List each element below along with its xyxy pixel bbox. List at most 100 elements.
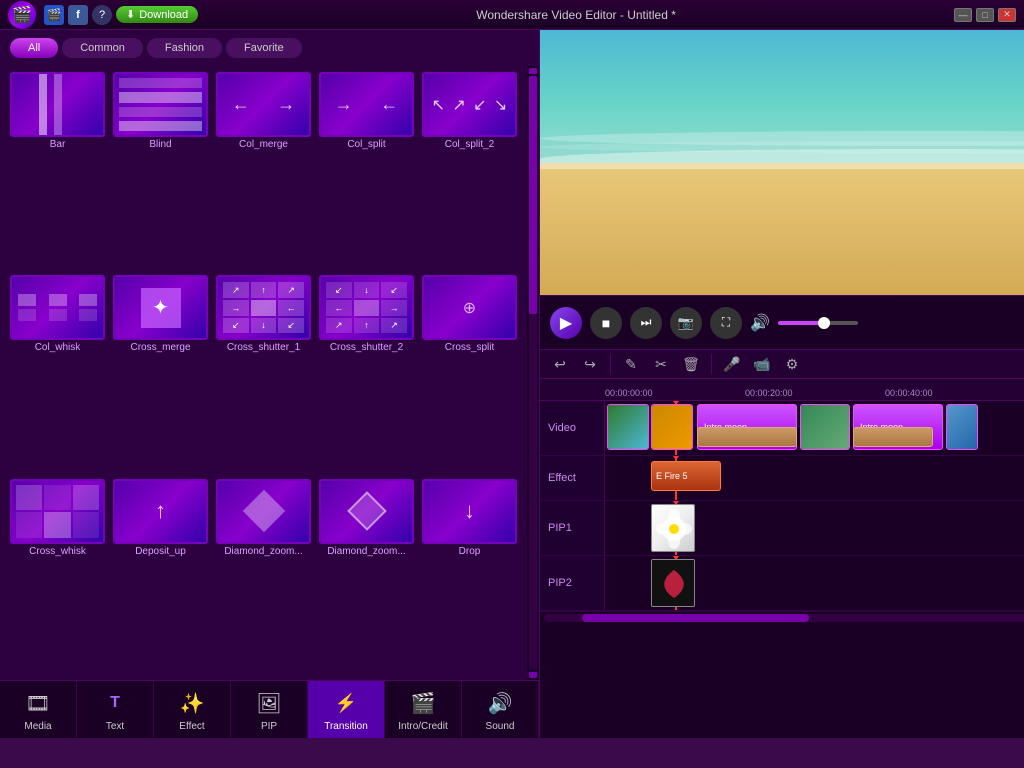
pip1-track-content[interactable] — [605, 501, 1024, 555]
transitions-scrollbar[interactable] — [527, 66, 539, 680]
transition-cross-whisk[interactable]: Cross_whisk — [8, 477, 107, 676]
video-clip-beach[interactable] — [800, 404, 850, 450]
ruler-mark-1: 00:00:20:00 — [745, 388, 885, 398]
transition-icon: ⚡ — [330, 687, 362, 719]
bottom-toolbar: ↩ ↪ ✎ ✂ 🗑 🎤 📹 ⚙ — + — [540, 349, 1024, 379]
filter-tab-fashion[interactable]: Fashion — [147, 38, 222, 58]
app-title: Wondershare Video Editor - Untitled * — [476, 8, 676, 22]
filter-tab-common[interactable]: Common — [62, 38, 143, 58]
pip2-track-content[interactable] — [605, 556, 1024, 610]
transition-diamond-zoom-2[interactable]: Diamond_zoom... — [317, 477, 416, 676]
fullscreen-button[interactable]: ⛶ — [710, 307, 742, 339]
toolbar-icon-fb[interactable]: f — [68, 5, 88, 25]
stop-button[interactable]: ■ — [590, 307, 622, 339]
pip1-track-label: PIP1 — [540, 501, 605, 555]
timeline-scrollbar[interactable] — [540, 611, 1024, 623]
scrollbar-thumb[interactable] — [582, 614, 809, 622]
volume-button[interactable]: 🔊 — [750, 307, 770, 339]
close-button[interactable]: ✕ — [998, 8, 1016, 22]
tab-media-label: Media — [24, 721, 51, 732]
transition-cross-shutter-2[interactable]: ↙ ↓ ↙ ← → ↗ ↑ ↗ Cross_shutter_2 — [317, 273, 416, 472]
effect-clip-label: E Fire 5 — [656, 471, 688, 481]
tab-transition-label: Transition — [324, 721, 368, 732]
transition-col-merge[interactable]: ←→ Col_merge — [214, 70, 313, 269]
video-clip-end[interactable] — [946, 404, 978, 450]
effect-track-content[interactable]: E Fire 5 — [605, 456, 1024, 500]
redo-button[interactable]: ↪ — [578, 352, 602, 376]
ruler-mark-0: 00:00:00:00 — [605, 388, 745, 398]
filter-tabs: All Common Fashion Favorite — [0, 30, 539, 66]
window-controls[interactable]: — □ ✕ — [954, 8, 1016, 22]
tab-text[interactable]: T Text — [77, 681, 154, 738]
transition-cross-merge[interactable]: ✦ Cross_merge — [111, 273, 210, 472]
tab-intro-credit[interactable]: 🎬 Intro/Credit — [385, 681, 462, 738]
intro-icon: 🎬 — [407, 687, 439, 719]
snapshot-button[interactable]: 📷 — [670, 307, 702, 339]
toolbar-tabs: 🎞 Media T Text ✨ Effect 🖼 PIP ⚡ Transiti… — [0, 680, 539, 738]
maximize-button[interactable]: □ — [976, 8, 994, 22]
tab-pip-label: PIP — [261, 721, 277, 732]
tab-media[interactable]: 🎞 Media — [0, 681, 77, 738]
record-button[interactable]: 🎤 — [720, 352, 744, 376]
pip2-track: PIP2 — [540, 556, 1024, 611]
tab-effect-label: Effect — [179, 721, 204, 732]
play-button[interactable]: ▶ — [550, 307, 582, 339]
pip1-track: PIP1 — [540, 501, 1024, 556]
tab-intro-credit-label: Intro/Credit — [398, 721, 447, 732]
sound-icon: 🔊 — [484, 687, 516, 719]
transition-col-split[interactable]: →← Col_split — [317, 70, 416, 269]
preview-area — [540, 30, 1024, 295]
transition-col-split-2[interactable]: ↖↗↙↘ Col_split_2 — [420, 70, 519, 269]
title-bar: 🎬 🎬 f ? ⬇ Download Wondershare Video Edi… — [0, 0, 1024, 30]
cut-button[interactable]: ✂ — [649, 352, 673, 376]
transition-drop[interactable]: ↓ Drop — [420, 477, 519, 676]
minimize-button[interactable]: — — [954, 8, 972, 22]
text-icon: T — [99, 687, 131, 719]
transition-clip-1[interactable] — [697, 427, 797, 447]
tab-effect[interactable]: ✨ Effect — [154, 681, 231, 738]
undo-button[interactable]: ↩ — [548, 352, 572, 376]
volume-knob[interactable] — [818, 317, 830, 329]
edit-button[interactable]: ✎ — [619, 352, 643, 376]
pip2-track-label: PIP2 — [540, 556, 605, 610]
timeline: 00:00:00:00 00:00:20:00 00:00:40:00 00:0… — [540, 379, 1024, 738]
transition-diamond-zoom-1[interactable]: Diamond_zoom... — [214, 477, 313, 676]
filter-tab-all[interactable]: All — [10, 38, 58, 58]
tab-sound[interactable]: 🔊 Sound — [462, 681, 539, 738]
transition-blind[interactable]: Blind — [111, 70, 210, 269]
video-clip-2[interactable] — [651, 404, 693, 450]
timeline-ruler: 00:00:00:00 00:00:20:00 00:00:40:00 00:0… — [540, 379, 1024, 401]
next-frame-button[interactable]: ⏭ — [630, 307, 662, 339]
toolbar-separator-1 — [610, 354, 611, 374]
ruler-mark-2: 00:00:40:00 — [885, 388, 1024, 398]
transitions-grid: Bar Blind — [0, 66, 527, 680]
media-icon: 🎞 — [22, 687, 54, 719]
video-track-content[interactable]: Intro moon Intro moon — [605, 401, 1024, 455]
transition-clip-2[interactable] — [853, 427, 933, 447]
scrollbar-track[interactable] — [544, 614, 1024, 622]
video-clip-1[interactable] — [607, 404, 649, 450]
transition-bar[interactable]: Bar — [8, 70, 107, 269]
download-label: Download — [139, 9, 188, 21]
effect-clip-fire[interactable]: E Fire 5 — [651, 461, 721, 491]
transition-cross-split[interactable]: ⊕ Cross_split — [420, 273, 519, 472]
tab-transition[interactable]: ⚡ Transition — [308, 681, 385, 738]
transition-deposit-up[interactable]: ↑ Deposit_up — [111, 477, 210, 676]
settings-button[interactable]: ⚙ — [780, 352, 804, 376]
toolbar-icon-1[interactable]: 🎬 — [44, 5, 64, 25]
transition-cross-shutter-1[interactable]: ↗ ↑ ↗ → ← ↙ ↓ ↙ Cross_shutter_1 — [214, 273, 313, 472]
toolbar-separator-2 — [711, 354, 712, 374]
pip1-clip[interactable] — [651, 504, 695, 552]
transition-col-whisk[interactable]: Col_whisk — [8, 273, 107, 472]
effect-icon: ✨ — [176, 687, 208, 719]
video-track: Video Intro moo — [540, 401, 1024, 456]
pip2-clip[interactable] — [651, 559, 695, 607]
filter-tab-favorite[interactable]: Favorite — [226, 38, 302, 58]
tab-pip[interactable]: 🖼 PIP — [231, 681, 308, 738]
delete-button[interactable]: 🗑 — [679, 352, 703, 376]
video-record-button[interactable]: 📹 — [750, 352, 774, 376]
download-button[interactable]: ⬇ Download — [116, 6, 198, 23]
volume-slider[interactable] — [778, 321, 858, 325]
toolbar-icon-help[interactable]: ? — [92, 5, 112, 25]
effect-track-label: Effect — [540, 456, 605, 500]
